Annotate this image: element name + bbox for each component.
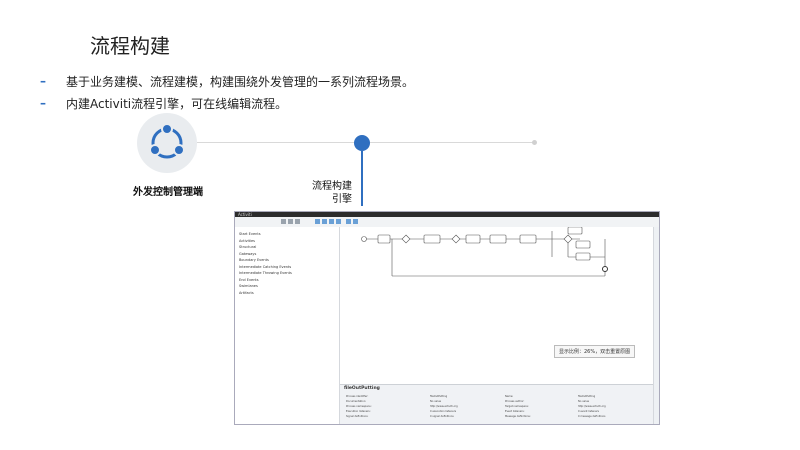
process-diagram xyxy=(361,226,608,277)
prop-key: Event listeners: xyxy=(505,410,525,413)
prop-key: Name: xyxy=(505,395,514,398)
timeline-dot-active xyxy=(354,135,370,151)
dash-icon: – xyxy=(40,96,46,110)
properties-panel: fileOutPutting Process identifier: fileO… xyxy=(340,384,653,424)
toolbar-button[interactable] xyxy=(353,219,358,224)
dash-icon: – xyxy=(40,74,46,88)
prop-value[interactable]: No value xyxy=(430,400,441,403)
palette-item[interactable]: Artifacts xyxy=(235,290,339,297)
toolbar-button[interactable] xyxy=(315,219,320,224)
node-label-engine-line1: 流程构建 xyxy=(312,181,352,192)
prop-key: Message definitions: xyxy=(505,415,531,418)
process-canvas[interactable]: 显示比例：26%，双击重置原图 xyxy=(340,226,653,384)
bullet-list: – 基于业务建模、流程建模，构建围绕外发管理的一系列流程场景。 – 内建Acti… xyxy=(40,70,414,114)
prop-key: Process identifier: xyxy=(346,395,369,398)
properties-title: fileOutPutting xyxy=(344,386,380,391)
prop-value[interactable]: 0 event listeners xyxy=(578,410,599,413)
bullet-item: – 内建Activiti流程引擎，可在线编辑流程。 xyxy=(40,92,414,114)
toolbar-button[interactable] xyxy=(322,219,327,224)
prop-key: Documentation: xyxy=(346,400,367,403)
bullet-item: – 基于业务建模、流程建模，构建围绕外发管理的一系列流程场景。 xyxy=(40,70,414,92)
prop-key: Process author: xyxy=(505,400,525,403)
toolbar-button[interactable] xyxy=(281,219,286,224)
prop-key: Execution listeners: xyxy=(346,410,371,413)
prop-key: Target namespace: xyxy=(505,405,529,408)
right-panel xyxy=(653,227,659,424)
prop-key: Process namespace: xyxy=(346,405,372,408)
activiti-screenshot: Activiti Start Events Activities Structu… xyxy=(234,211,660,425)
bullet-text: 基于业务建模、流程建模，构建围绕外发管理的一系列流程场景。 xyxy=(66,74,415,89)
node-label-engine: 流程构建 引擎 xyxy=(300,180,352,206)
prop-value[interactable]: 0 execution listeners xyxy=(430,410,456,413)
prop-value[interactable]: http://www.activiti.org xyxy=(578,405,606,408)
timeline-connector xyxy=(361,151,363,206)
prop-value[interactable]: 0 signal definitions xyxy=(430,415,454,418)
bullet-text: 内建Activiti流程引擎，可在线编辑流程。 xyxy=(66,96,288,111)
prop-value[interactable]: No value xyxy=(578,400,589,403)
toolbar-button[interactable] xyxy=(346,219,351,224)
prop-key: Signal definitions: xyxy=(346,415,369,418)
toolbar-button[interactable] xyxy=(336,219,341,224)
shape-repository: Start Events Activities Structural Gatew… xyxy=(235,227,340,424)
share-icon xyxy=(137,113,197,173)
toolbar-button[interactable] xyxy=(288,219,293,224)
toolbar-button[interactable] xyxy=(329,219,334,224)
timeline-dot-end xyxy=(532,140,537,145)
zoom-tooltip: 显示比例：26%，双击重置原图 xyxy=(554,345,636,358)
toolbar-button[interactable] xyxy=(295,219,300,224)
node-label-admin: 外发控制管理端 xyxy=(133,187,203,198)
page-title: 流程构建 xyxy=(90,34,170,58)
prop-value[interactable]: fileOutPutting xyxy=(430,395,447,398)
prop-value[interactable]: fileOutPutting xyxy=(578,395,595,398)
prop-value[interactable]: http://www.activiti.org xyxy=(430,405,458,408)
node-label-engine-line2: 引擎 xyxy=(332,194,352,205)
prop-value[interactable]: 0 message definitions xyxy=(578,415,606,418)
